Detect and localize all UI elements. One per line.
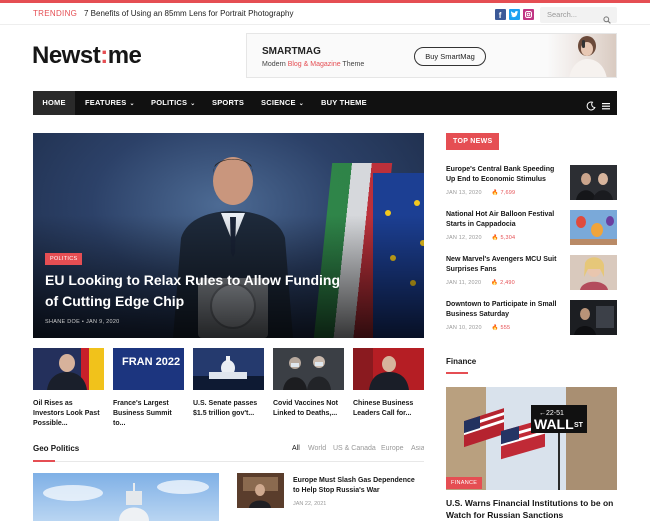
tab-world[interactable]: World — [308, 445, 326, 452]
news-title[interactable]: New Marvel's Avengers MCU Suit Surprises… — [446, 255, 564, 275]
top-bar: TRENDING 7 Benefits of Using an 85mm Len… — [0, 0, 650, 25]
chevron-down-icon: ⌄ — [129, 101, 135, 107]
instagram-icon[interactable] — [523, 9, 534, 20]
search-icon[interactable] — [603, 11, 611, 29]
list-item[interactable]: Europe's Central Bank Speeding Up End to… — [446, 165, 617, 200]
tab-us-canada[interactable]: US & Canada — [333, 445, 376, 452]
thumb-title[interactable]: Oil Rises as Investors Look Past Possibl… — [33, 399, 105, 429]
thumb-image[interactable] — [353, 348, 424, 390]
news-thumbnail[interactable] — [570, 255, 617, 290]
hero-meta: SHANE DOE • JAN 9, 2020 — [45, 319, 120, 325]
trending-label: TRENDING — [33, 9, 78, 18]
hero-article[interactable]: POLITICS EU Looking to Relax Rules to Al… — [33, 133, 424, 338]
dark-mode-icon[interactable] — [586, 98, 596, 116]
news-title[interactable]: Downtown to Participate in Small Busines… — [446, 300, 564, 320]
twitter-icon[interactable] — [509, 9, 520, 20]
fire-icon: 🔥 — [491, 190, 501, 196]
top-news-badge: TOP NEWS — [446, 133, 500, 150]
fire-icon: 🔥 — [491, 280, 501, 286]
finance-image[interactable]: ←22-51 WALL ST FINANCE — [446, 387, 617, 490]
finance-headline[interactable]: U.S. Warns Financial Institutions to be … — [446, 497, 617, 521]
news-title[interactable]: Europe's Central Bank Speeding Up End to… — [446, 165, 564, 185]
thumb-image[interactable] — [193, 348, 264, 390]
svg-text:f: f — [499, 11, 502, 20]
menu-icon[interactable] — [601, 98, 611, 116]
chevron-down-icon: ⌄ — [190, 101, 196, 107]
news-thumbnail[interactable] — [570, 300, 617, 335]
site-logo[interactable]: Newst:me — [32, 42, 142, 70]
svg-text:ST: ST — [574, 422, 584, 429]
svg-text:WALL: WALL — [534, 416, 574, 432]
news-thumbnail[interactable] — [570, 165, 617, 200]
search-placeholder: Search... — [547, 10, 578, 19]
news-title[interactable]: National Hot Air Balloon Festival Starts… — [446, 210, 564, 230]
nav-home[interactable]: HOME — [33, 91, 75, 115]
nav-science[interactable]: SCIENCE ⌄ — [261, 91, 304, 115]
fire-icon: 🔥 — [491, 325, 501, 331]
thumb-title[interactable]: Covid Vaccines Not Linked to Deaths,... — [273, 399, 345, 419]
list-item[interactable]: Downtown to Participate in Small Busines… — [446, 300, 617, 335]
thumb-title[interactable]: U.S. Senate passes $1.5 trillion gov't..… — [193, 399, 265, 419]
finance-category-badge[interactable]: FINANCE — [446, 477, 483, 489]
geo-politics-heading: Geo Politics — [33, 444, 80, 453]
thumb-image[interactable] — [273, 348, 344, 390]
tab-europe[interactable]: Europe — [381, 445, 404, 452]
trending-headline-link[interactable]: 7 Benefits of Using an 85mm Lens for Por… — [84, 9, 293, 18]
tab-all[interactable]: All — [292, 445, 300, 452]
ad-title: SMARTMAG — [262, 46, 321, 57]
list-item[interactable]: National Hot Air Balloon Festival Starts… — [446, 210, 617, 245]
chevron-down-icon: ⌄ — [298, 101, 304, 107]
buy-smartmag-button[interactable]: Buy SmartMag — [414, 47, 486, 66]
news-thumbnail[interactable] — [570, 210, 617, 245]
header-ad-banner[interactable]: SMARTMAG Modern Blog & Magazine Theme Bu… — [246, 33, 617, 78]
geo-main-image[interactable] — [33, 473, 219, 521]
search-input[interactable]: Search... — [540, 7, 617, 24]
tab-asia[interactable]: Asia — [411, 445, 424, 452]
list-item[interactable]: New Marvel's Avengers MCU Suit Surprises… — [446, 255, 617, 290]
nav-sports[interactable]: SPORTS — [212, 91, 244, 115]
finance-heading: Finance — [446, 357, 477, 366]
thumb-title[interactable]: France's Largest Business Summit to... — [113, 399, 185, 429]
main-nav: HOME FEATURES ⌄ POLITICS ⌄ SPORTS SCIENCE ⌄… — [33, 91, 617, 115]
ad-subtitle: Modern Blog & Magazine Theme — [262, 61, 365, 68]
nav-buy-theme[interactable]: BUY THEME — [321, 91, 367, 115]
hero-category-badge[interactable]: POLITICS — [45, 253, 83, 265]
geo-side-date: JAN 22, 2021 — [293, 501, 327, 507]
thumb-image[interactable] — [33, 348, 104, 390]
facebook-icon[interactable]: f — [495, 9, 506, 20]
nav-features[interactable]: FEATURES ⌄ — [85, 91, 135, 115]
hero-title[interactable]: EU Looking to Relax Rules to Allow Fundi… — [45, 270, 345, 312]
geo-side-image[interactable] — [237, 473, 284, 508]
geo-side-title[interactable]: Europe Must Slash Gas Dependence to Help… — [293, 476, 423, 496]
ad-model-image — [547, 34, 616, 77]
svg-text:FRAN 2022: FRAN 2022 — [122, 356, 180, 368]
thumb-title[interactable]: Chinese Business Leaders Call for... — [353, 399, 425, 419]
thumb-image[interactable]: FRAN 2022 — [113, 348, 184, 390]
nav-politics[interactable]: POLITICS ⌄ — [151, 91, 195, 115]
fire-icon: 🔥 — [491, 235, 501, 241]
